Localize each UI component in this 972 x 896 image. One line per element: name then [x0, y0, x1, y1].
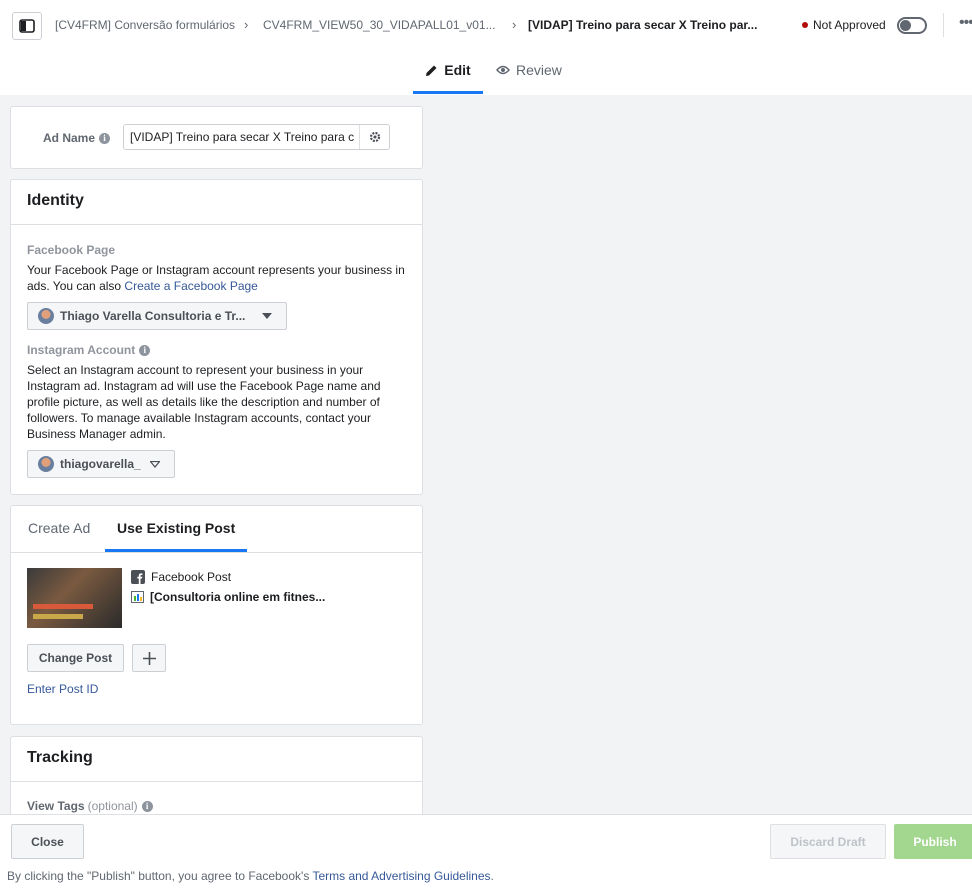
breadcrumb-adset[interactable]: CV4FRM_VIEW50_30_VIDAPALL01_v01...: [263, 18, 496, 32]
legal-notice: By clicking the "Publish" button, you ag…: [7, 869, 494, 883]
info-icon[interactable]: i: [139, 344, 151, 356]
legal-prefix: By clicking the "Publish" button, you ag…: [7, 869, 313, 883]
tracking-card: Tracking View Tags (optional) i: [10, 736, 423, 814]
tab-create-ad[interactable]: Create Ad: [28, 520, 90, 536]
top-bar: [CV4FRM] Conversão formulários › CV4FRM_…: [0, 0, 972, 50]
post-tabs: Create Ad Use Existing Post: [11, 506, 422, 553]
sidebar-panel-icon: [19, 19, 35, 33]
change-post-button[interactable]: Change Post: [27, 644, 124, 672]
ad-name-label: Ad Name i: [43, 131, 111, 145]
status-label: Not Approved: [813, 18, 886, 32]
tab-review[interactable]: Review: [496, 62, 562, 94]
ad-name-value: [VIDAP] Treino para secar X Treino para …: [130, 130, 355, 144]
thumbnail-text-overlay: [33, 604, 93, 609]
ad-on-off-toggle[interactable]: [897, 17, 927, 34]
editor-panel: Ad Name i [VIDAP] Treino para secar X Tr…: [0, 95, 972, 814]
ad-name-input[interactable]: [VIDAP] Treino para secar X Treino para …: [123, 124, 390, 150]
ad-name-card: Ad Name i [VIDAP] Treino para secar X Tr…: [10, 106, 423, 169]
status-dot-icon: [802, 22, 808, 28]
thumbnail-text-overlay: [33, 614, 83, 619]
facebook-page-selected: Thiago Varella Consultoria e Tr...: [60, 309, 246, 323]
info-icon[interactable]: i: [141, 800, 153, 812]
caret-down-icon: [262, 313, 272, 319]
instagram-account-label-text: Instagram Account: [27, 343, 136, 357]
facebook-page-select[interactable]: Thiago Varella Consultoria e Tr...: [27, 302, 287, 330]
facebook-page-description: Your Facebook Page or Instagram account …: [27, 262, 412, 294]
instagram-account-label: Instagram Account i: [27, 343, 151, 357]
post-thumbnail: [27, 568, 122, 628]
instagram-description: Select an Instagram account to represent…: [27, 363, 381, 441]
tracking-title: Tracking: [11, 737, 422, 782]
tab-edit[interactable]: Edit: [413, 62, 483, 94]
footer: Close Discard Draft Publish By clicking …: [0, 814, 972, 896]
discard-draft-button[interactable]: Discard Draft: [770, 824, 886, 859]
tab-review-label: Review: [516, 62, 562, 78]
legal-suffix: .: [490, 869, 494, 883]
breadcrumb-campaign[interactable]: [CV4FRM] Conversão formulários: [55, 18, 235, 32]
terms-link[interactable]: Terms and Advertising Guidelines: [312, 869, 490, 883]
view-tags-text: View Tags: [27, 799, 85, 813]
view-tags-label: View Tags (optional) i: [27, 799, 153, 813]
facebook-page-label: Facebook Page: [27, 243, 116, 257]
info-icon[interactable]: i: [99, 132, 111, 144]
toggle-panel-button[interactable]: [12, 12, 42, 40]
eye-icon: [496, 65, 510, 75]
post-source: Facebook Post: [131, 570, 231, 584]
instagram-account-selected: thiagovarella_: [60, 457, 141, 471]
bar-chart-icon: [131, 591, 144, 603]
post-title-text: [Consultoria online em fitnes...: [150, 590, 326, 604]
chevron-right-icon: ›: [244, 17, 249, 32]
avatar: [38, 456, 54, 472]
active-tab-indicator: [105, 549, 247, 552]
instagram-account-select[interactable]: thiagovarella_: [27, 450, 175, 478]
identity-card: Identity Facebook Page Your Facebook Pag…: [10, 179, 423, 495]
toggle-knob: [900, 20, 911, 31]
plus-icon: [142, 651, 156, 665]
close-button[interactable]: Close: [11, 824, 84, 859]
identity-title: Identity: [11, 180, 422, 225]
avatar: [38, 308, 54, 324]
enter-post-id-link[interactable]: Enter Post ID: [27, 682, 98, 696]
optional-text: (optional): [87, 799, 138, 813]
pencil-icon: [426, 65, 437, 76]
divider: [943, 13, 944, 37]
facebook-icon: [131, 570, 145, 584]
more-options-icon[interactable]: •••: [959, 14, 972, 32]
tab-use-existing-post[interactable]: Use Existing Post: [117, 520, 235, 536]
post-title: [Consultoria online em fitnes...: [131, 590, 325, 604]
tab-bar: Edit Review: [0, 50, 972, 95]
breadcrumb-ad[interactable]: [VIDAP] Treino para secar X Treino par..…: [528, 18, 757, 32]
status-badge: Not Approved: [802, 18, 886, 32]
create-facebook-page-link[interactable]: Create a Facebook Page: [124, 279, 257, 293]
caret-down-icon: [150, 461, 160, 468]
tab-edit-label: Edit: [444, 62, 471, 78]
post-card: Create Ad Use Existing Post Facebook Pos…: [10, 505, 423, 725]
gear-icon[interactable]: [359, 125, 389, 149]
add-button[interactable]: [132, 644, 166, 672]
chevron-right-icon: ›: [512, 17, 517, 32]
publish-button[interactable]: Publish: [894, 824, 972, 859]
post-source-label: Facebook Post: [151, 570, 232, 584]
ad-name-label-text: Ad Name: [43, 131, 96, 145]
